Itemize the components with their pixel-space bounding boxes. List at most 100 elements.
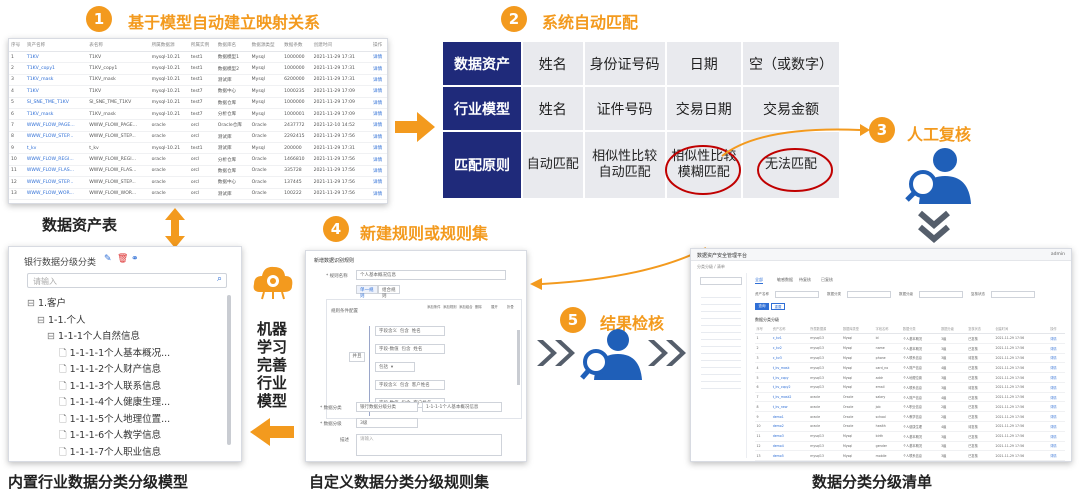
- reset-button[interactable]: 重置: [771, 303, 785, 310]
- tree-node[interactable]: 🗋 1-1-1-2个人财产信息: [59, 361, 161, 378]
- result-asset-link[interactable]: t_kv_mask2: [771, 392, 809, 403]
- tree-node[interactable]: ⊟ 1.客户: [27, 295, 66, 309]
- detail-link[interactable]: 详情: [1048, 411, 1065, 423]
- result-asset-link[interactable]: c_kv1: [771, 333, 809, 344]
- result-asset-link[interactable]: demo1: [771, 411, 809, 423]
- tree-scrollbar[interactable]: [227, 295, 231, 445]
- asset-name-link[interactable]: WWW_FLOW_WOR...: [24, 188, 88, 200]
- asset-name-link[interactable]: t_kv: [24, 142, 88, 155]
- tree-node[interactable]: 🗋 1-1-1-7个人职业信息: [59, 444, 161, 461]
- class-select-2[interactable]: 1-1-1-1个人基本概况信息: [422, 402, 502, 412]
- asset-name-link[interactable]: WWW_FLOW_REGI...: [24, 153, 88, 166]
- detail-link[interactable]: 详情: [371, 188, 387, 200]
- edit-icon[interactable]: ✎: [104, 254, 112, 264]
- result-tab[interactable]: 全部: [755, 277, 763, 284]
- detail-link[interactable]: 详情: [1048, 382, 1065, 393]
- tab-combo-rule[interactable]: 组合规则: [378, 285, 400, 299]
- result-asset-link[interactable]: c_kv2: [771, 343, 809, 354]
- tree-search-input[interactable]: 请输入 ⌕: [27, 273, 227, 288]
- detail-link[interactable]: 详情: [371, 165, 387, 178]
- detail-link[interactable]: 详情: [371, 62, 387, 75]
- tree-node[interactable]: ⊟ 1-1-1个人自然信息: [47, 328, 140, 342]
- level-select[interactable]: 3级: [356, 418, 418, 428]
- detail-link[interactable]: 详情: [1048, 450, 1065, 461]
- result-asset-link[interactable]: t_kv_copy2: [771, 382, 809, 393]
- detail-link[interactable]: 详情: [371, 74, 387, 87]
- tree-node[interactable]: 🗋 1-1-1-4个人健康生理...: [59, 394, 170, 411]
- detail-link[interactable]: 详情: [371, 119, 387, 132]
- sidebar-tree-items[interactable]: [701, 291, 741, 391]
- result-asset-link[interactable]: demo3: [771, 431, 809, 442]
- sidebar-search[interactable]: [700, 277, 742, 285]
- tree-node[interactable]: 🗋 1-1-1-3个人联系信息: [59, 378, 161, 395]
- tree-node[interactable]: 🗋 1-1-1-1个人基本概况...: [59, 345, 170, 362]
- detail-link[interactable]: 详情: [1048, 401, 1065, 413]
- result-asset-link[interactable]: t_kv_new: [771, 401, 809, 413]
- detail-link[interactable]: 详情: [1048, 421, 1065, 432]
- rule-toolbar-button[interactable]: 添加条件: [427, 304, 441, 309]
- rule-condition-item[interactable]: 包括 ▾: [375, 362, 415, 372]
- detail-link[interactable]: 详情: [371, 85, 387, 98]
- query-button[interactable]: 查询: [755, 303, 769, 310]
- user-name[interactable]: admin: [1051, 252, 1065, 257]
- search-icon[interactable]: ⌕: [217, 274, 222, 284]
- result-asset-link[interactable]: demo4: [771, 441, 809, 452]
- detail-link[interactable]: 详情: [371, 142, 387, 155]
- asset-name-link[interactable]: WWW_FLOW_STEP...: [24, 131, 88, 144]
- rule-scrollbar[interactable]: [517, 330, 520, 385]
- result-tab[interactable]: 待复核: [799, 277, 811, 283]
- detail-link[interactable]: 详情: [1048, 431, 1065, 442]
- detail-link[interactable]: 详情: [371, 108, 387, 121]
- detail-link[interactable]: 详情: [1048, 372, 1065, 383]
- asset-name-link[interactable]: T1KV: [24, 85, 88, 98]
- result-asset-link[interactable]: demo6: [771, 460, 809, 461]
- asset-name-link[interactable]: T1KV: [24, 51, 88, 64]
- asset-name-link[interactable]: WWW_FLOW_STEP...: [24, 176, 88, 189]
- and-or-badge[interactable]: 并且: [349, 352, 365, 362]
- filter-input[interactable]: [775, 291, 819, 298]
- detail-link[interactable]: 详情: [1048, 392, 1065, 403]
- link-icon[interactable]: ⚭: [131, 254, 139, 264]
- delete-icon[interactable]: 🗑: [117, 254, 128, 264]
- result-tab[interactable]: 已复核: [821, 277, 833, 283]
- tree-node[interactable]: 🗋 1-1-1-6个人教学信息: [59, 427, 161, 444]
- detail-link[interactable]: 详情: [1048, 353, 1065, 364]
- asset-name-link[interactable]: SI_SNE_TME_T1KV: [24, 97, 88, 109]
- asset-name-link[interactable]: T1KV_mask: [24, 74, 88, 87]
- class-select-1[interactable]: 银行数据分级分类: [356, 402, 418, 412]
- rule-toolbar-button[interactable]: 添加规则: [443, 304, 457, 309]
- detail-link[interactable]: 详情: [1048, 333, 1065, 344]
- rule-toolbar-button[interactable]: 删除: [475, 304, 482, 309]
- tab-single-rule[interactable]: 单一规则: [356, 285, 378, 299]
- rule-condition-item[interactable]: 字段含义 包含 客户姓名: [375, 380, 445, 390]
- result-asset-link[interactable]: demo2: [771, 421, 809, 432]
- desc-textarea[interactable]: 请输入: [356, 434, 502, 456]
- result-asset-link[interactable]: demo5: [771, 450, 809, 461]
- asset-name-link[interactable]: T1KV_copy1: [24, 62, 88, 75]
- rule-toolbar-button[interactable]: 添加组合: [459, 304, 473, 309]
- asset-name-link[interactable]: WWW_FLOW_PAGE...: [24, 119, 88, 132]
- detail-link[interactable]: 详情: [371, 51, 387, 64]
- detail-link[interactable]: 详情: [1048, 460, 1065, 461]
- asset-name-link[interactable]: T1KV_mask: [24, 108, 88, 121]
- result-asset-link[interactable]: t_kv_mask: [771, 362, 809, 374]
- rule-toolbar-button[interactable]: 折叠: [507, 304, 514, 309]
- rule-toolbar-button[interactable]: 展开: [491, 304, 498, 309]
- rule-condition-item[interactable]: 字段-数值 包含 姓名: [375, 344, 445, 354]
- rule-name-input[interactable]: 个人基本概况信息: [356, 270, 506, 280]
- detail-link[interactable]: 详情: [371, 131, 387, 144]
- result-asset-link[interactable]: c_kv3: [771, 353, 809, 364]
- filter-input[interactable]: [847, 291, 891, 298]
- detail-link[interactable]: 详情: [371, 153, 387, 166]
- result-asset-link[interactable]: t_kv_copy: [771, 372, 809, 383]
- detail-link[interactable]: 详情: [371, 97, 387, 109]
- tree-node[interactable]: 🗋 1-1-1-5个人地理位置...: [59, 411, 170, 428]
- detail-link[interactable]: 详情: [371, 176, 387, 189]
- detail-link[interactable]: 详情: [1048, 343, 1065, 354]
- detail-link[interactable]: 详情: [1048, 362, 1065, 374]
- tree-node[interactable]: ⊟ 1-1.个人: [37, 312, 86, 326]
- result-tab[interactable]: 敏感数据: [777, 277, 793, 283]
- rule-condition-item[interactable]: 字段含义 包含 姓名: [375, 326, 445, 336]
- filter-input[interactable]: [919, 291, 963, 298]
- filter-input[interactable]: [991, 291, 1035, 298]
